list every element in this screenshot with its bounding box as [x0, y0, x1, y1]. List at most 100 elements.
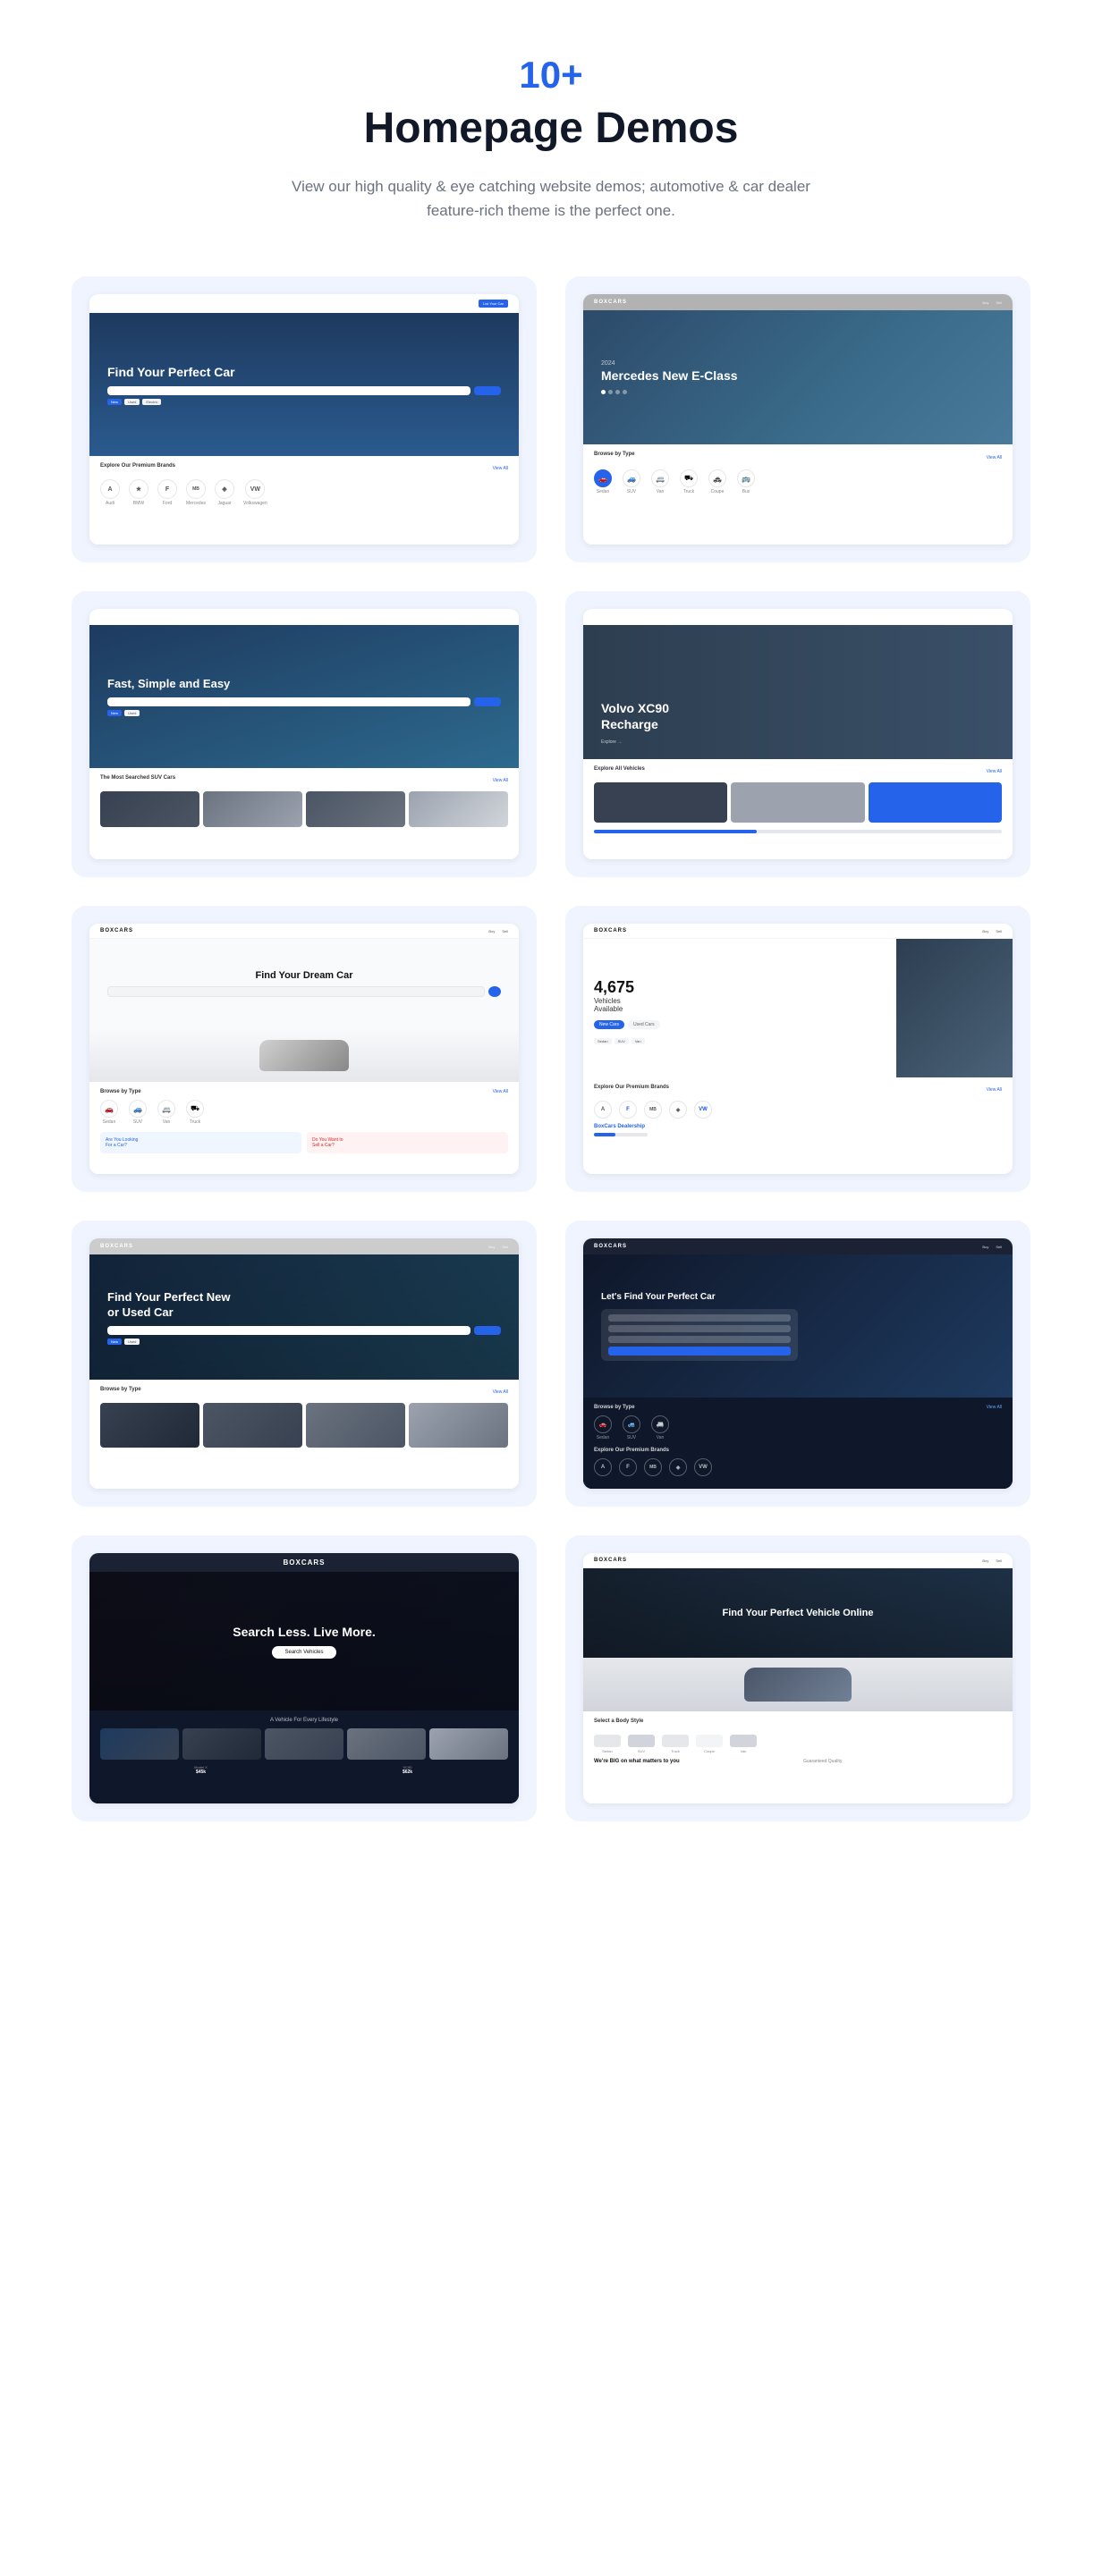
- dot-1[interactable]: [601, 390, 606, 394]
- demo9-car-1: [100, 1728, 179, 1760]
- demo8-field-3[interactable]: [608, 1336, 791, 1343]
- demo8-type-1-icon[interactable]: 🚗: [594, 1415, 612, 1433]
- header-section: 10+ Homepage Demos View our high quality…: [72, 54, 1030, 223]
- suv-item-4: [409, 791, 508, 827]
- demo6-tab-new[interactable]: New Cars: [594, 1020, 624, 1029]
- demo7-view-all[interactable]: View All: [493, 1389, 508, 1395]
- demo5-type-3-icon[interactable]: 🚐: [157, 1100, 175, 1118]
- demo6-brand-audi: A: [594, 1101, 612, 1119]
- demo-card-5[interactable]: BOXCARS Buy Sell Find Your Dream Car: [72, 906, 537, 1192]
- demo5-type-1-icon[interactable]: 🚗: [100, 1100, 118, 1118]
- demo10-nav-link-1: Buy: [982, 1558, 988, 1563]
- demo6-brands-header: Explore Our Premium Brands View All: [594, 1085, 1002, 1095]
- demo8-type-3-label: Van: [657, 1435, 665, 1440]
- type-bus-label: Bus: [742, 489, 750, 494]
- demo5-sell-cta[interactable]: Do You Want toSell a Car?: [307, 1132, 508, 1153]
- demo6-hero-image: [896, 939, 1013, 1077]
- demo7-search-btn[interactable]: [474, 1326, 501, 1335]
- demo-card-4[interactable]: BOXCARS Buy Sell Volvo XC90Recharge Expl…: [565, 591, 1030, 877]
- demo9-lifestyle-label: A Vehicle For Every Lifestyle: [100, 1718, 508, 1723]
- demo3-view-all[interactable]: View All: [493, 778, 508, 783]
- demo9-title: Search Less. Live More.: [233, 1625, 376, 1639]
- demo9-search-btn[interactable]: Search Vehicles: [272, 1646, 335, 1659]
- demo3-search-bar[interactable]: [107, 697, 470, 706]
- brand-ford-icon: F: [157, 479, 177, 499]
- demo4-view-all[interactable]: View All: [987, 769, 1002, 774]
- demo-card-3[interactable]: BOXCARS Buy Sell Fast, Simple and Easy N…: [72, 591, 537, 877]
- demo9-nav: BOXCARS: [89, 1553, 519, 1572]
- type-truck-icon[interactable]: ⛟: [680, 469, 698, 487]
- type-coupe-icon[interactable]: 🚓: [708, 469, 726, 487]
- demo5-buy-cta[interactable]: Are You LookingFor a Car?: [100, 1132, 301, 1153]
- type-sedan-icon[interactable]: 🚗: [594, 469, 612, 487]
- demo-card-7[interactable]: BOXCARS Buy Sell Find Your Perfect Newor…: [72, 1220, 537, 1507]
- demo1-list-btn[interactable]: List Your Car: [479, 300, 508, 308]
- demo5-search-bar[interactable]: [107, 986, 485, 997]
- demo8-brand-3: MB: [644, 1458, 662, 1476]
- demo4-hero: Volvo XC90Recharge Explore →: [583, 625, 1013, 759]
- demo-card-1[interactable]: BOXCARS Buy Sell About List Your Car Fin…: [72, 276, 537, 562]
- demo6-tab-used[interactable]: Used Cars: [628, 1020, 660, 1029]
- demo8-field-2[interactable]: [608, 1325, 791, 1332]
- page-wrapper: 10+ Homepage Demos View our high quality…: [0, 0, 1102, 1893]
- type-van-label: Van: [657, 489, 665, 494]
- demo1-search-button[interactable]: [474, 386, 501, 395]
- type-bus-icon[interactable]: 🚌: [737, 469, 755, 487]
- demo6-logo: BOXCARS: [594, 928, 627, 933]
- demo1-nav-link-2: Sell: [301, 301, 308, 306]
- demo-card-9[interactable]: BOXCARS Search Less. Live More. Search V…: [72, 1535, 537, 1821]
- demo7-nav: BOXCARS Buy Sell: [89, 1238, 519, 1254]
- demo4-explore-grid: [594, 782, 1002, 823]
- dot-2[interactable]: [608, 390, 613, 394]
- demo8-field-1[interactable]: [608, 1314, 791, 1322]
- demo5-type-3: 🚐 Van: [157, 1100, 175, 1125]
- demo6-view-all[interactable]: View All: [987, 1087, 1002, 1093]
- demo1-view-all[interactable]: View All: [493, 466, 508, 471]
- dot-3[interactable]: [615, 390, 620, 394]
- demo-card-6[interactable]: BOXCARS Buy Sell 4,675 VehiclesAvailable…: [565, 906, 1030, 1192]
- demo5-view-all[interactable]: View All: [493, 1089, 508, 1094]
- demo5-preview: BOXCARS Buy Sell Find Your Dream Car: [89, 924, 519, 1174]
- demo5-type-2-icon[interactable]: 🚙: [129, 1100, 147, 1118]
- demo10-matters-left: We're BIG on what matters to you: [594, 1759, 793, 1764]
- body-sedan: Sedan: [594, 1735, 621, 1753]
- demo5-nav: BOXCARS Buy Sell: [89, 924, 519, 939]
- demo5-type-4-icon[interactable]: ⛟: [186, 1100, 204, 1118]
- demo8-type-3-icon[interactable]: 🚐: [651, 1415, 669, 1433]
- demo4-nav: BOXCARS Buy Sell: [583, 609, 1013, 625]
- demo5-search-btn[interactable]: [488, 986, 501, 997]
- dot-4[interactable]: [623, 390, 627, 394]
- demo8-submit[interactable]: [608, 1347, 791, 1356]
- demo-card-8[interactable]: BOXCARS Buy Sell Let's Find Your Perfect…: [565, 1220, 1030, 1507]
- demo8-type-2-icon[interactable]: 🚙: [623, 1415, 640, 1433]
- demo1-logo: BOXCARS: [100, 301, 133, 307]
- demo6-nav-link-2: Sell: [996, 929, 1002, 933]
- demo7-search-bar[interactable]: [107, 1326, 470, 1335]
- demo8-view-all[interactable]: View All: [987, 1405, 1002, 1410]
- body-coupe-icon: [696, 1735, 723, 1747]
- demo3-search-btn[interactable]: [474, 697, 501, 706]
- demo1-search-bar[interactable]: [107, 386, 470, 395]
- type-van-icon[interactable]: 🚐: [651, 469, 669, 487]
- demo2-nav-links: Buy Sell: [982, 300, 1002, 305]
- demo-card-10[interactable]: BOXCARS Buy Sell Find Your Perfect Vehic…: [565, 1535, 1030, 1821]
- demo9-hero-wrapper: BOXCARS Search Less. Live More. Search V…: [89, 1553, 519, 1710]
- demo-card-2[interactable]: BOXCARS Buy Sell 2024 Mercedes New E-Cla…: [565, 276, 1030, 562]
- type-bus: 🚌 Bus: [737, 469, 755, 494]
- type-suv-icon[interactable]: 🚙: [623, 469, 640, 487]
- demo7-tags: New Used: [107, 1339, 501, 1345]
- body-coupe-label: Coupe: [704, 1749, 715, 1753]
- suv-item-3: [306, 791, 405, 827]
- brand-mercedes: MB Mercedes: [186, 479, 206, 506]
- demo10-car-image: [583, 1658, 1013, 1711]
- demo10-guarantee-label: Guaranteed Quality: [803, 1759, 1002, 1764]
- demo10-matters-right: Guaranteed Quality: [803, 1759, 1002, 1764]
- demo6-brands-row: A F MB ◈ VW: [594, 1101, 1002, 1119]
- demo5-browse-label: Browse by Type: [100, 1089, 141, 1094]
- demo7-type-3: [306, 1403, 405, 1448]
- demo3-hero: Fast, Simple and Easy New Used: [89, 625, 519, 768]
- demo8-logo: BOXCARS: [594, 1244, 627, 1249]
- demo6-nav-links: Buy Sell: [982, 929, 1002, 933]
- demo2-view-all[interactable]: View All: [987, 455, 1002, 460]
- demo8-browse-label: Browse by Type: [594, 1405, 635, 1410]
